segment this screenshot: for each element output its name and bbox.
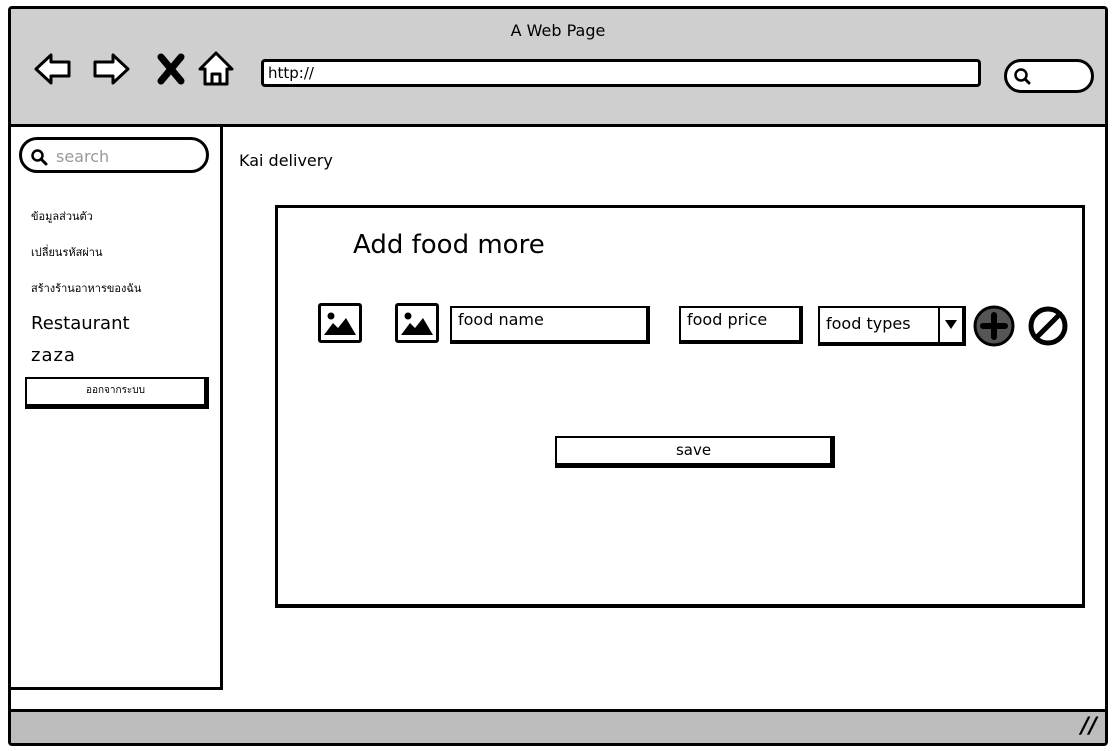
save-button[interactable]: save (555, 436, 835, 468)
search-icon (1014, 68, 1031, 85)
sidebar-restaurant-label: Restaurant (31, 313, 130, 334)
home-icon[interactable] (196, 49, 236, 89)
sidebar-item-create-restaurant[interactable]: สร้างร้านอาหารของฉัน (31, 279, 141, 297)
food-price-field[interactable]: food price (679, 306, 803, 344)
sidebar: ข้อมูลส่วนตัว เปลี่ยนรหัสผ่าน สร้างร้านอ… (11, 127, 223, 690)
food-types-select[interactable]: food types (818, 306, 966, 346)
status-bar: // (11, 709, 1105, 743)
image-icon[interactable] (395, 303, 439, 343)
forward-arrow-icon[interactable] (91, 49, 131, 89)
food-name-field[interactable]: food name (450, 306, 650, 344)
sidebar-restaurant-name[interactable]: zaza (31, 345, 76, 366)
close-icon[interactable] (151, 49, 191, 89)
toolbar-search-field[interactable] (1004, 59, 1094, 93)
back-arrow-icon[interactable] (33, 49, 73, 89)
logout-button[interactable]: ออกจากระบบ (25, 377, 209, 409)
chevron-down-icon[interactable] (938, 308, 962, 342)
sidebar-item-profile[interactable]: ข้อมูลส่วนตัว (31, 207, 93, 225)
panel-title: Add food more (353, 230, 545, 260)
sidebar-search[interactable] (19, 137, 209, 173)
food-types-value: food types (826, 314, 911, 333)
sidebar-item-change-password[interactable]: เปลี่ยนรหัสผ่าน (31, 243, 102, 261)
browser-toolbar: A Web Page http:// (11, 9, 1105, 127)
search-input[interactable] (54, 144, 198, 168)
no-entry-icon[interactable] (1026, 304, 1070, 348)
add-food-panel: Add food more food name food price food … (275, 205, 1085, 608)
window-title: A Web Page (510, 21, 606, 40)
image-icon[interactable] (318, 303, 362, 343)
resize-grip-icon[interactable]: // (1081, 714, 1097, 739)
url-bar[interactable]: http:// (261, 59, 981, 87)
search-icon (31, 149, 48, 166)
browser-window: A Web Page http:// ข้อมูลส่วนตัว เปลี่ยน… (8, 6, 1108, 746)
app-name: Kai delivery (239, 151, 333, 170)
plus-circle-icon[interactable] (972, 304, 1016, 348)
